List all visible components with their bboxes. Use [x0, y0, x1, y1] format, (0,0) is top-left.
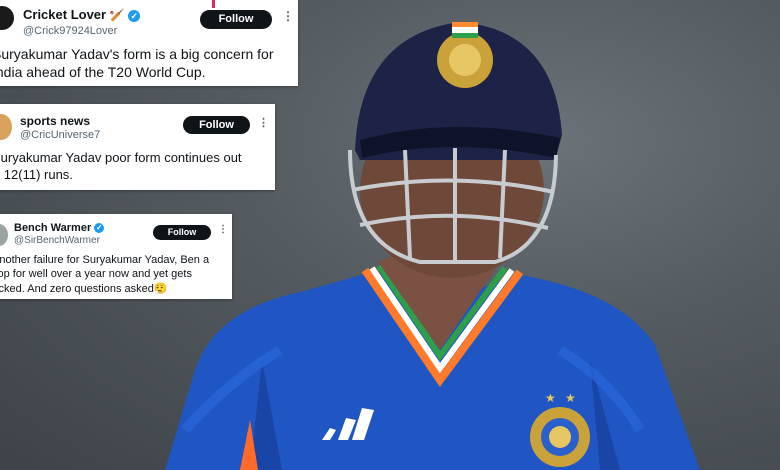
follow-button[interactable]: Follow [183, 116, 250, 134]
tweet-text-line: India ahead of the T20 World Cup. [0, 64, 206, 80]
tweet-card-2: sports news @CricUniverse7 Follow ⋮ Sury… [0, 104, 275, 190]
tweet-text-line: Another failure for Suryakumar Yadav, Be… [0, 254, 210, 266]
svg-text:★: ★ [545, 391, 556, 405]
tweet-card-1: Cricket Lover 🏏 ✓ @Crick97924Lover Follo… [0, 0, 298, 86]
verified-badge-icon: ✓ [128, 9, 141, 22]
tweet-text-line: picked. And zero questions asked😮‍💨 [0, 283, 168, 295]
avatar[interactable] [0, 224, 8, 246]
more-options-icon[interactable]: ⋮ [218, 224, 228, 235]
tweet-text-line: for 12(11) runs. [0, 167, 73, 182]
svg-text:★: ★ [565, 391, 576, 405]
user-handle[interactable]: @Crick97924Lover [23, 25, 117, 37]
verified-badge-icon: ✓ [94, 223, 105, 234]
user-name[interactable]: Cricket Lover 🏏 ✓ [23, 7, 141, 22]
avatar[interactable] [0, 6, 14, 30]
tweet-text-line: Suryakumar Yadav poor form continues out [0, 150, 242, 165]
red-mark [212, 0, 215, 8]
cricket-bat-icon: 🏏 [109, 8, 125, 22]
user-name[interactable]: sports news [20, 114, 90, 128]
user-handle[interactable]: @SirBenchWarmer [14, 235, 100, 246]
follow-button[interactable]: Follow [153, 225, 211, 240]
more-options-icon[interactable]: ⋮ [258, 116, 269, 129]
tweet-card-3: Bench Warmer ✓ @SirBenchWarmer Follow ⋮ … [0, 214, 232, 299]
more-options-icon[interactable]: ⋮ [282, 9, 294, 23]
follow-button[interactable]: Follow [200, 10, 272, 29]
user-handle[interactable]: @CricUniverse7 [20, 129, 100, 141]
tweet-text-line: Suryakumar Yadav's form is a big concern… [0, 46, 274, 62]
user-name[interactable]: Bench Warmer ✓ [14, 222, 105, 234]
tweet-text-line: flop for well over a year now and yet ge… [0, 268, 192, 280]
avatar[interactable] [0, 114, 12, 140]
